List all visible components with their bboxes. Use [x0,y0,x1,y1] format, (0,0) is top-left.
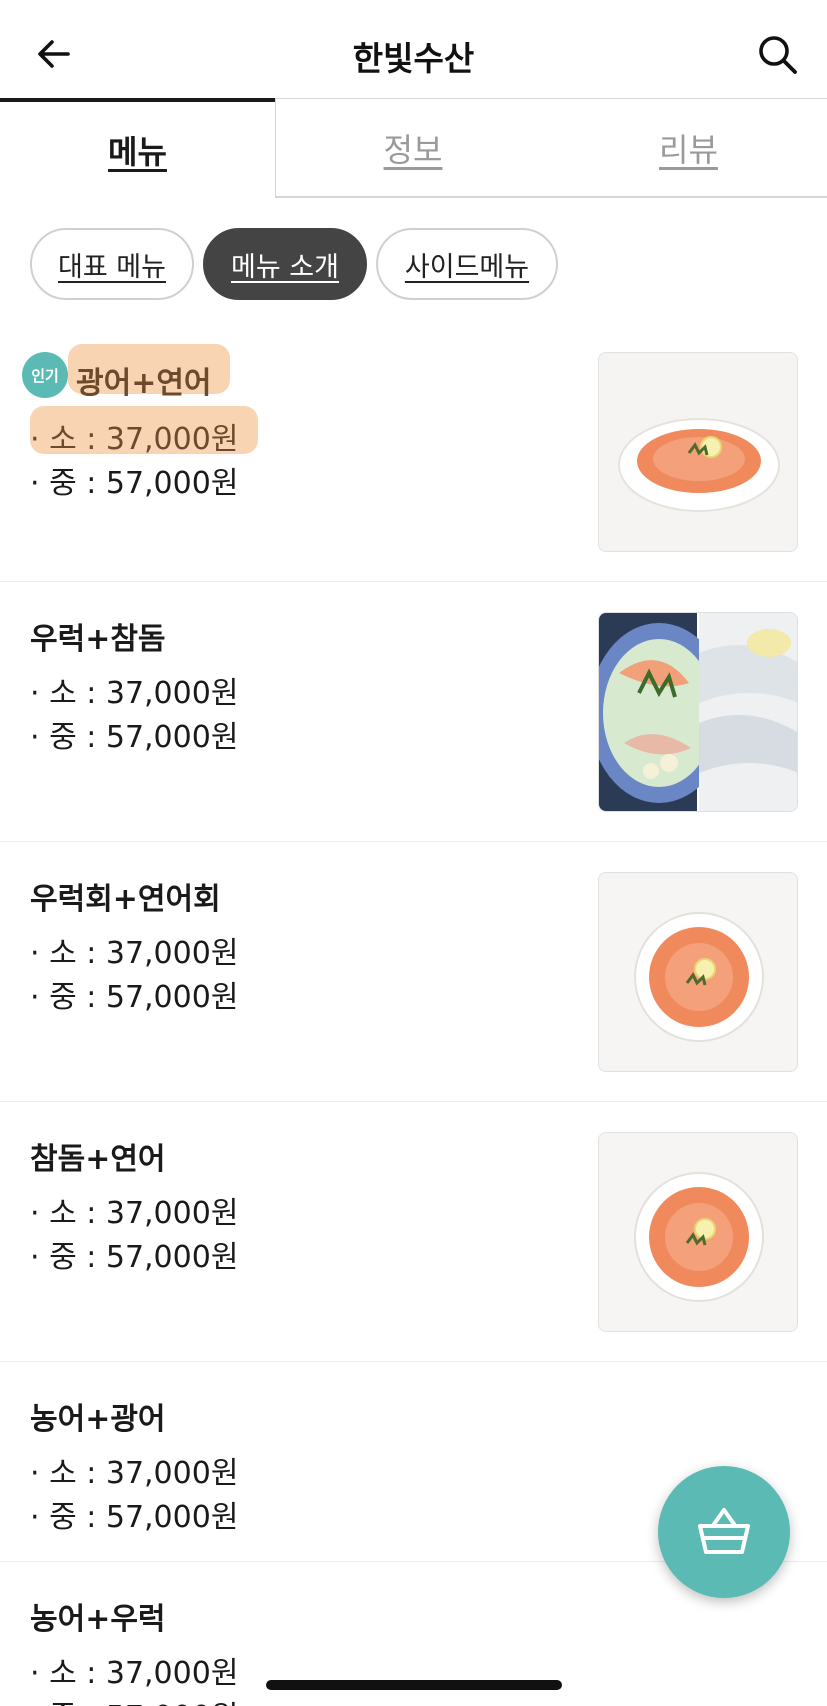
home-indicator [266,1680,562,1690]
tab-bar: 메뉴 정보 리뷰 [0,98,827,198]
menu-item-name: 참돔+연어 [30,1142,166,1177]
chip-side-menu[interactable]: 사이드메뉴 [376,228,558,300]
tab-info[interactable]: 정보 [275,98,550,198]
basket-icon [698,1508,750,1554]
menu-item[interactable]: 우럭+참돔 · 소 : 37,000원 · 중 : 57,000원 [0,582,827,842]
price-medium: · 중 : 57,000원 [30,1500,239,1535]
cart-button[interactable] [658,1466,790,1598]
price-small: · 소 : 37,000원 [30,422,239,457]
search-button[interactable] [753,30,801,78]
menu-item-name: 우럭회+연어회 [30,882,221,917]
price-medium: · 중 : 57,000원 [30,720,239,755]
tab-menu[interactable]: 메뉴 [0,98,275,198]
price-small: · 소 : 37,000원 [30,1456,239,1491]
menu-item[interactable]: 참돔+연어 · 소 : 37,000원 · 중 : 57,000원 [0,1102,827,1362]
menu-item-image [598,352,798,552]
menu-item[interactable]: 인기 광어+연어 · 소 : 37,000원 · 중 : 57,000원 [0,320,827,582]
menu-item-image [598,1132,798,1332]
price-medium: · 중 : 57,000원 [30,1240,239,1275]
price-small: · 소 : 37,000원 [30,1656,239,1691]
tab-reviews[interactable]: 리뷰 [550,98,827,198]
menu-item-name: 광어+연어 [76,366,212,401]
chip-featured-menu[interactable]: 대표 메뉴 [30,228,194,300]
app-header: 한빛수산 [0,0,827,102]
price-medium: · 중 : 57,000원 [30,466,239,501]
menu-item-image [598,612,798,812]
price-small: · 소 : 37,000원 [30,676,239,711]
price-small: · 소 : 37,000원 [30,1196,239,1231]
chip-menu-intro[interactable]: 메뉴 소개 [203,228,367,300]
price-medium: · 중 : 57,000원 [30,1692,238,1706]
price-medium: · 중 : 57,000원 [30,980,239,1015]
search-icon [759,36,797,74]
price-small: · 소 : 37,000원 [30,936,239,971]
category-chips: 대표 메뉴 메뉴 소개 사이드메뉴 [30,228,558,300]
menu-item-image [598,872,798,1072]
page-title: 한빛수산 [352,39,475,78]
menu-item-name: 농어+광어 [30,1402,166,1437]
menu-item[interactable]: 우럭회+연어회 · 소 : 37,000원 · 중 : 57,000원 [0,842,827,1102]
popular-badge: 인기 [22,352,68,398]
menu-item-name: 우럭+참돔 [30,622,166,657]
menu-item-name: 농어+우럭 [30,1602,166,1637]
